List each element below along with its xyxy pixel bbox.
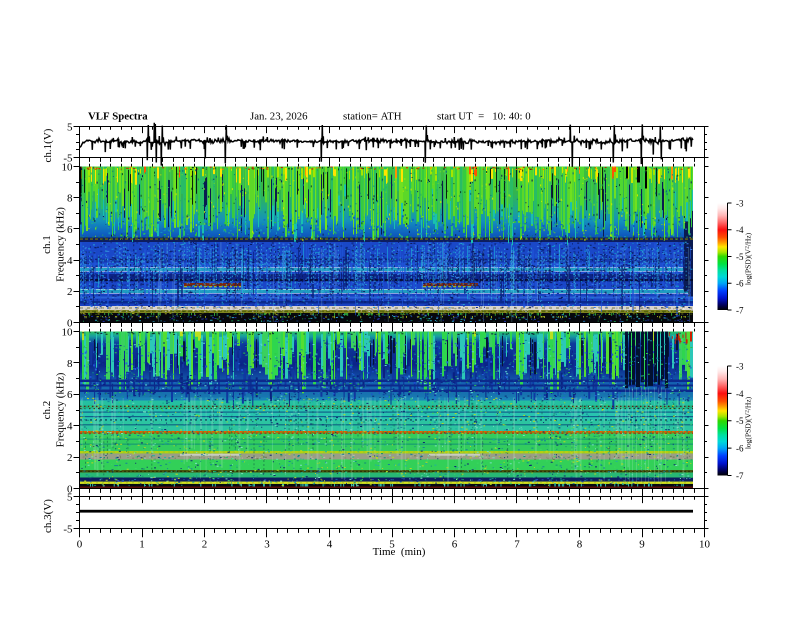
svg-text:10: 10 — [62, 161, 74, 173]
svg-text:8: 8 — [67, 358, 73, 370]
svg-text:4: 4 — [327, 539, 333, 551]
svg-text:station= ATH: station= ATH — [343, 111, 402, 123]
svg-text:2: 2 — [202, 539, 208, 551]
svg-text:Jan. 23, 2026: Jan. 23, 2026 — [250, 111, 308, 123]
svg-text:5: 5 — [67, 121, 73, 133]
svg-text:log(PSD)(V2/Hz): log(PSD)(V2/Hz) — [744, 396, 753, 449]
svg-text:5: 5 — [67, 491, 73, 503]
svg-text:4: 4 — [67, 421, 73, 433]
svg-text:ch.3(V): ch.3(V) — [42, 499, 54, 533]
svg-text:ch.1(V): ch.1(V) — [42, 128, 54, 162]
svg-text:-3: -3 — [736, 198, 744, 208]
svg-text:8: 8 — [67, 193, 73, 205]
svg-text:10: 10 — [699, 539, 711, 551]
svg-text:0: 0 — [77, 539, 83, 551]
svg-text:7: 7 — [514, 539, 520, 551]
svg-text:6: 6 — [452, 539, 458, 551]
svg-text:6: 6 — [67, 224, 73, 236]
svg-text:2: 2 — [67, 286, 73, 298]
svg-text:1: 1 — [139, 539, 145, 551]
svg-text:ch.2: ch.2 — [41, 401, 53, 420]
svg-text:9: 9 — [639, 539, 645, 551]
svg-text:2: 2 — [67, 452, 73, 464]
svg-text:3: 3 — [264, 539, 270, 551]
svg-text:-7: -7 — [736, 471, 744, 481]
svg-text:8: 8 — [577, 539, 583, 551]
svg-text:VLF Spectra: VLF Spectra — [88, 111, 148, 123]
svg-text:4: 4 — [67, 255, 73, 267]
svg-text:-5: -5 — [63, 523, 73, 535]
svg-text:ch.1: ch.1 — [41, 235, 53, 254]
svg-text:Time (min): Time (min) — [373, 546, 426, 558]
svg-text:Frequency (kHz): Frequency (kHz) — [55, 207, 67, 282]
svg-text:Frequency (kHz): Frequency (kHz) — [55, 372, 67, 447]
svg-text:6: 6 — [67, 389, 73, 401]
svg-text:-7: -7 — [736, 305, 744, 315]
svg-text:10: 10 — [62, 326, 74, 338]
svg-text:start UT = 10: 40: 0: start UT = 10: 40: 0 — [437, 111, 531, 123]
svg-text:log(PSD)(V2/Hz): log(PSD)(V2/Hz) — [744, 232, 753, 285]
svg-text:-3: -3 — [736, 361, 744, 371]
